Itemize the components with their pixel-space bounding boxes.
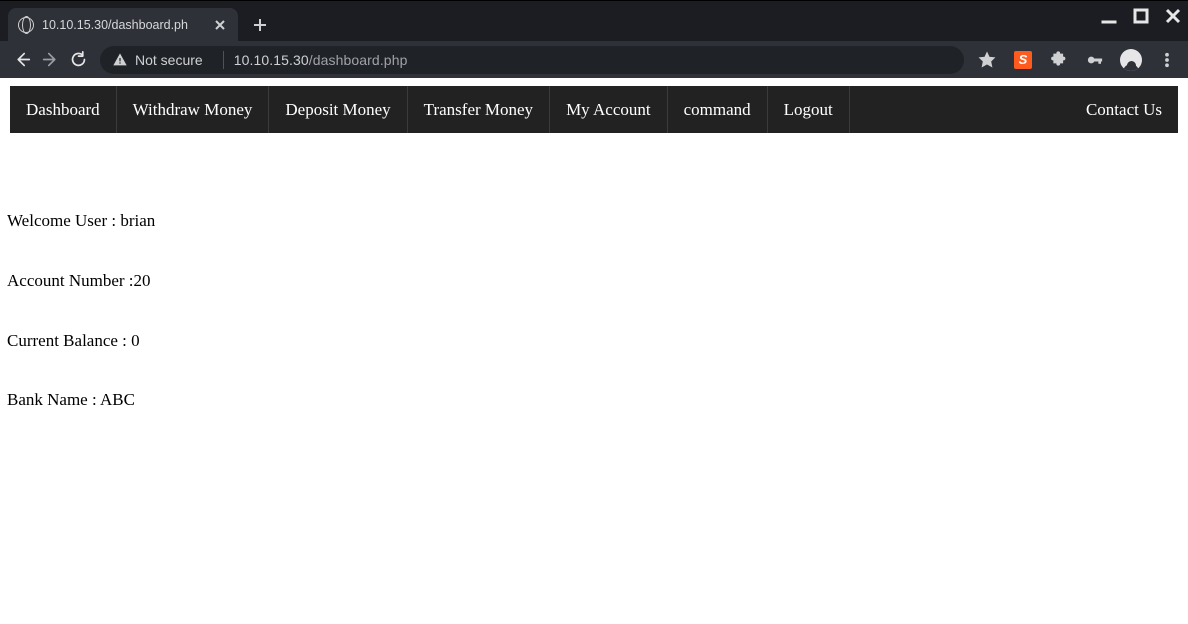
profile-button[interactable] [1118, 47, 1144, 73]
browser-toolbar: Not secure 10.10.15.30/dashboard.php S [0, 41, 1188, 78]
page-viewport: Dashboard Withdraw Money Deposit Money T… [0, 78, 1188, 420]
nav-withdraw[interactable]: Withdraw Money [117, 86, 270, 133]
plus-icon [253, 18, 267, 32]
extension-button[interactable]: S [1010, 47, 1036, 73]
balance-text: Current Balance : 0 [7, 329, 1178, 353]
window-minimize-button[interactable] [1100, 7, 1118, 25]
account-number-text: Account Number :20 [7, 269, 1178, 293]
window-maximize-button[interactable] [1132, 7, 1150, 25]
kebab-icon [1158, 51, 1176, 69]
bolt-icon: S [1014, 51, 1032, 69]
address-bar[interactable]: Not secure 10.10.15.30/dashboard.php [100, 46, 964, 74]
close-icon [215, 20, 225, 30]
nav-spacer [850, 86, 1070, 133]
tab-title: 10.10.15.30/dashboard.ph [42, 18, 212, 32]
bookmark-button[interactable] [974, 47, 1000, 73]
not-secure-label: Not secure [135, 52, 203, 68]
url-host: 10.10.15.30 [234, 52, 309, 68]
avatar-icon [1120, 49, 1142, 71]
nav-reload-button[interactable] [64, 46, 92, 74]
browser-menu-button[interactable] [1154, 47, 1180, 73]
url-path: /dashboard.php [309, 52, 408, 68]
new-tab-button[interactable] [246, 11, 274, 39]
bank-name-text: Bank Name : ABC [7, 388, 1178, 412]
dashboard-content: Welcome User : brian Account Number :20 … [10, 133, 1178, 412]
nav-logout[interactable]: Logout [768, 86, 850, 133]
nav-back-button[interactable] [8, 46, 36, 74]
nav-dashboard[interactable]: Dashboard [10, 86, 117, 133]
welcome-text: Welcome User : brian [7, 209, 1178, 233]
globe-icon [18, 17, 34, 33]
browser-tab-strip: 10.10.15.30/dashboard.ph [0, 0, 1188, 41]
warning-icon [112, 52, 128, 68]
key-icon [1086, 51, 1104, 69]
not-secure-indicator[interactable]: Not secure [112, 52, 203, 68]
address-separator [223, 51, 224, 69]
nav-forward-button[interactable] [36, 46, 64, 74]
window-close-button[interactable] [1164, 7, 1182, 25]
toolbar-right-icons: S [974, 47, 1180, 73]
tab-close-button[interactable] [212, 17, 228, 33]
browser-tab[interactable]: 10.10.15.30/dashboard.ph [8, 8, 238, 41]
nav-transfer[interactable]: Transfer Money [408, 86, 550, 133]
nav-command[interactable]: command [668, 86, 768, 133]
site-navbar: Dashboard Withdraw Money Deposit Money T… [10, 86, 1178, 133]
url-text: 10.10.15.30/dashboard.php [234, 52, 408, 68]
extensions-menu-button[interactable] [1046, 47, 1072, 73]
nav-contact-us[interactable]: Contact Us [1070, 86, 1178, 133]
star-icon [978, 51, 996, 69]
nav-my-account[interactable]: My Account [550, 86, 668, 133]
window-controls [1100, 7, 1182, 25]
puzzle-icon [1050, 51, 1068, 69]
passwords-button[interactable] [1082, 47, 1108, 73]
nav-deposit[interactable]: Deposit Money [269, 86, 407, 133]
